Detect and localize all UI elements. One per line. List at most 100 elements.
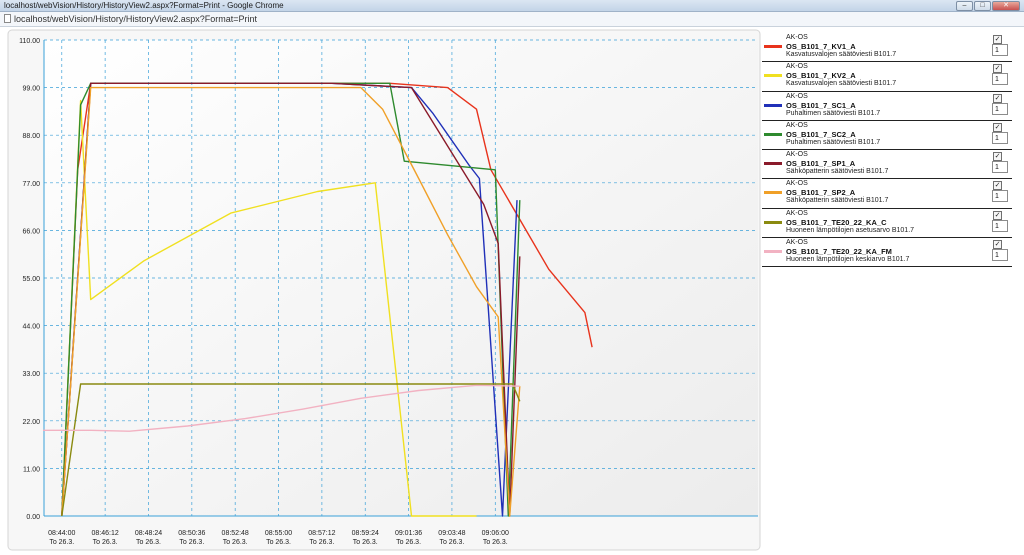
close-button[interactable]: ✕ [992,1,1020,11]
legend-series-name: OS_B101_7_KV1_A [786,42,856,51]
y-tick-label: 11.00 [23,466,40,473]
y-tick-label: 0.00 [26,514,40,521]
legend-series-name: OS_B101_7_SP1_A [786,159,856,169]
line-width-input[interactable]: 1 [992,44,1008,56]
y-tick-label: 110.00 [19,38,40,45]
legend-group: AK-OS [786,239,808,247]
legend-series-name: OS_B101_7_KV2_A [786,71,856,81]
legend-swatch [764,220,782,224]
legend-group: AK-OS [786,209,808,217]
x-tick-date: To 26.3. [439,539,464,546]
legend-group: AK-OS [786,34,808,41]
series-visible-checkbox[interactable]: ✓ [993,122,1002,132]
x-tick-date: To 26.3. [223,539,248,546]
legend-swatch [764,45,782,48]
legend-item: AK-OS OS_B101_7_SP2_A Sähköpatterin säätöv… [762,179,1012,209]
legend-item: AK-OS OS_B101_7_TE20_22_KA_FM Huoneen lämp… [762,238,1012,268]
line-width-input[interactable]: 1 [992,219,1008,232]
y-tick-label: 44.00 [22,324,40,331]
legend-item: AK-OS OS_B101_7_KV1_A Kasvatusvalojen säät… [762,33,1012,63]
legend-swatch [764,74,782,78]
legend-item: AK-OS OS_B101_7_TE20_22_KA_C Huoneen lämpö… [762,209,1012,239]
x-tick-date: To 26.3. [136,539,161,546]
legend-description: Huoneen lämpötilojen keskiarvo B101.7 [786,256,910,264]
x-tick-date: To 26.3. [266,539,291,546]
address-url[interactable]: localhost/webVision/History/HistoryView2… [14,12,257,26]
x-tick-time: 09:01:36 [395,530,422,537]
legend-group: AK-OS [786,63,808,71]
legend-swatch [764,103,782,107]
legend-description: Sähköpatterin säätöviesti B101.7 [786,197,889,205]
legend-description: Huoneen lämpötilojen asetusarvo B101.7 [786,226,915,234]
page-icon [4,14,11,23]
x-tick-time: 08:57:12 [308,530,335,537]
minimize-button[interactable]: – [956,1,973,11]
x-tick-time: 09:06:00 [482,530,509,537]
legend-description: Puhaltimen säätöviesti B101.7 [786,138,881,146]
address-bar[interactable]: localhost/webVision/History/HistoryView2… [0,12,1024,27]
series-visible-checkbox[interactable]: ✓ [993,240,1002,250]
legend-group: AK-OS [786,180,808,188]
x-tick-date: To 26.3. [49,539,74,546]
legend-item: AK-OS OS_B101_7_KV2_A Kasvatusvalojen säät… [762,62,1012,92]
line-width-input[interactable]: 1 [992,249,1008,262]
x-tick-time: 09:03:48 [438,530,465,537]
y-tick-label: 66.00 [22,228,40,235]
x-tick-date: To 26.3. [396,539,421,546]
legend-group: AK-OS [786,121,808,129]
legend-description: Kasvatusvalojen säätöviesti B101.7 [786,80,897,88]
series-visible-checkbox[interactable]: ✓ [993,152,1002,162]
legend-swatch [764,132,782,136]
legend-swatch [764,191,782,195]
legend-series-name: OS_B101_7_SP2_A [786,188,856,198]
legend-swatch [764,250,782,254]
line-width-input[interactable]: 1 [992,73,1008,86]
legend-group: AK-OS [786,151,808,159]
line-width-input[interactable]: 1 [992,161,1008,174]
series-visible-checkbox[interactable]: ✓ [993,210,1002,220]
legend-description: Puhaltimen säätöviesti B101.7 [786,109,881,117]
y-tick-label: 99.00 [22,86,40,93]
series-visible-checkbox[interactable]: ✓ [993,35,1002,44]
x-tick-date: To 26.3. [309,539,334,546]
x-tick-time: 08:50:36 [178,530,205,537]
legend-group: AK-OS [786,92,808,100]
x-tick-time: 08:59:24 [352,530,379,537]
series-visible-checkbox[interactable]: ✓ [993,181,1002,191]
window-controls: – □ ✕ [956,1,1020,11]
x-tick-time: 08:48:24 [135,530,162,537]
x-tick-time: 08:44:00 [48,530,75,537]
line-width-input[interactable]: 1 [992,102,1008,115]
line-chart: 0.00 11.00 22.00 33.00 44.00 55.00 66.00 77.00 8… [7,29,761,551]
legend-series-name: OS_B101_7_SC1_A [786,100,856,110]
legend-series-name: OS_B101_7_TE20_22_KA_C [786,217,887,227]
x-tick-time: 08:55:00 [265,530,292,537]
legend-series-name: OS_B101_7_SC2_A [786,129,856,139]
legend-item: AK-OS OS_B101_7_SC1_A Puhaltimen säätövies… [762,92,1012,121]
x-tick-time: 08:52:48 [222,530,249,537]
maximize-button[interactable]: □ [974,1,991,11]
line-width-input[interactable]: 1 [992,131,1008,144]
y-tick-label: 88.00 [22,133,40,140]
x-tick-date: To 26.3. [179,539,204,546]
x-tick-date: To 26.3. [93,539,118,546]
window-title-bar: localhost/webVision/History/HistoryView2… [0,0,1024,12]
legend-description: Kasvatusvalojen säätöviesti B101.7 [786,51,897,58]
window-title: localhost/webVision/History/HistoryView2… [4,1,284,10]
legend-description: Sähköpatterin säätöviesti B101.7 [786,168,889,176]
x-tick-date: To 26.3. [483,539,508,546]
series-visible-checkbox[interactable]: ✓ [993,93,1002,103]
legend-item: AK-OS OS_B101_7_SP1_A Sähköpatterin säätöv… [762,150,1012,180]
y-tick-label: 22.00 [22,419,40,426]
chart-legend: AK-OS OS_B101_7_KV1_A Kasvatusvalojen säät… [762,33,1012,268]
y-tick-label: 55.00 [22,276,40,283]
legend-item: AK-OS OS_B101_7_SC2_A Puhaltimen säätövies… [762,121,1012,151]
line-width-input[interactable]: 1 [992,190,1008,203]
x-tick-date: To 26.3. [353,539,378,546]
y-tick-label: 77.00 [22,181,40,188]
legend-swatch [764,162,782,166]
legend-series-name: OS_B101_7_TE20_22_KA_FM [786,247,892,257]
x-tick-time: 08:46:12 [92,530,119,537]
series-visible-checkbox[interactable]: ✓ [993,64,1002,74]
y-tick-label: 33.00 [22,371,40,378]
